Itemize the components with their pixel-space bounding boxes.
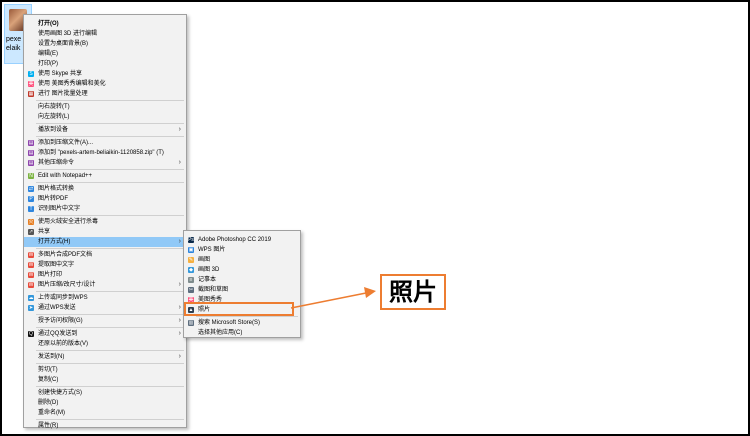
annotation-arrow xyxy=(290,287,376,309)
callout-photos-label: 照片 xyxy=(380,274,446,310)
